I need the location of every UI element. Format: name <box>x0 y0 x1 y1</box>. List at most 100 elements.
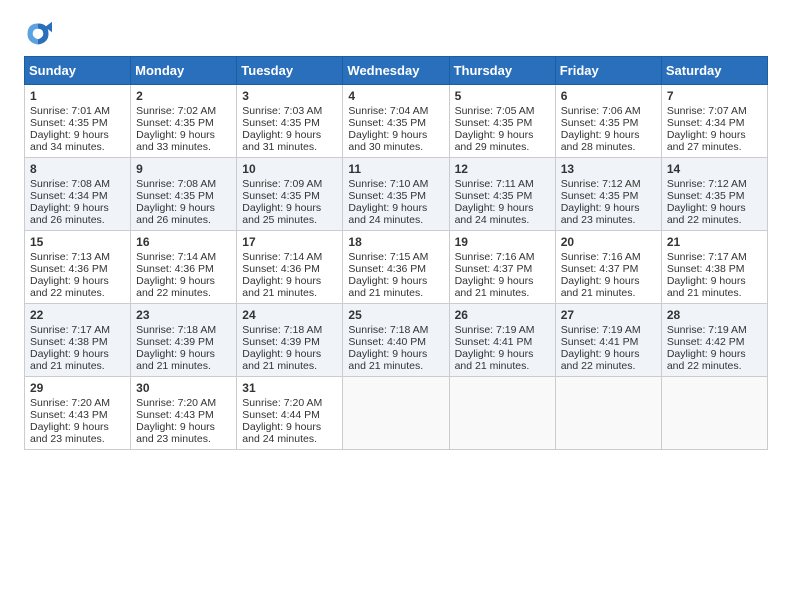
daylight-label: Daylight: 9 hours and 23 minutes. <box>30 421 109 445</box>
sunrise-label: Sunrise: 7:14 AM <box>242 251 322 263</box>
calendar-cell: 28Sunrise: 7:19 AMSunset: 4:42 PMDayligh… <box>661 304 767 377</box>
day-number: 8 <box>30 162 125 176</box>
sunrise-label: Sunrise: 7:02 AM <box>136 105 216 117</box>
sunrise-label: Sunrise: 7:18 AM <box>348 324 428 336</box>
calendar-cell: 14Sunrise: 7:12 AMSunset: 4:35 PMDayligh… <box>661 158 767 231</box>
sunrise-label: Sunrise: 7:18 AM <box>242 324 322 336</box>
calendar-cell: 3Sunrise: 7:03 AMSunset: 4:35 PMDaylight… <box>237 85 343 158</box>
calendar-cell: 1Sunrise: 7:01 AMSunset: 4:35 PMDaylight… <box>25 85 131 158</box>
daylight-label: Daylight: 9 hours and 21 minutes. <box>30 348 109 372</box>
calendar-cell: 7Sunrise: 7:07 AMSunset: 4:34 PMDaylight… <box>661 85 767 158</box>
day-number: 14 <box>667 162 762 176</box>
sunset-label: Sunset: 4:36 PM <box>348 263 426 275</box>
day-number: 5 <box>455 89 550 103</box>
day-number: 4 <box>348 89 443 103</box>
daylight-label: Daylight: 9 hours and 23 minutes. <box>136 421 215 445</box>
daylight-label: Daylight: 9 hours and 33 minutes. <box>136 129 215 153</box>
sunrise-label: Sunrise: 7:15 AM <box>348 251 428 263</box>
sunrise-label: Sunrise: 7:19 AM <box>455 324 535 336</box>
day-number: 31 <box>242 381 337 395</box>
day-number: 26 <box>455 308 550 322</box>
day-number: 21 <box>667 235 762 249</box>
day-number: 28 <box>667 308 762 322</box>
sunset-label: Sunset: 4:41 PM <box>455 336 533 348</box>
sunrise-label: Sunrise: 7:10 AM <box>348 178 428 190</box>
calendar-cell: 21Sunrise: 7:17 AMSunset: 4:38 PMDayligh… <box>661 231 767 304</box>
sunrise-label: Sunrise: 7:19 AM <box>561 324 641 336</box>
daylight-label: Daylight: 9 hours and 34 minutes. <box>30 129 109 153</box>
sunrise-label: Sunrise: 7:18 AM <box>136 324 216 336</box>
calendar-cell: 30 Sunrise: 7:20 AMSunset: 4:43 PMDayligh… <box>131 377 237 450</box>
calendar-table: SundayMondayTuesdayWednesdayThursdayFrid… <box>24 56 768 450</box>
sunset-label: Sunset: 4:35 PM <box>242 190 320 202</box>
logo <box>24 20 56 48</box>
calendar-cell: 10Sunrise: 7:09 AMSunset: 4:35 PMDayligh… <box>237 158 343 231</box>
daylight-label: Daylight: 9 hours and 21 minutes. <box>348 275 427 299</box>
sunset-label: Sunset: 4:34 PM <box>667 117 745 129</box>
day-number: 12 <box>455 162 550 176</box>
page-header <box>24 20 768 48</box>
daylight-label: Daylight: 9 hours and 24 minutes. <box>242 421 321 445</box>
sunset-label: Sunset: 4:37 PM <box>455 263 533 275</box>
sunset-label: Sunset: 4:36 PM <box>242 263 320 275</box>
day-number: 23 <box>136 308 231 322</box>
sunset-label: Sunset: 4:43 PM <box>136 409 214 421</box>
calendar-cell: 19Sunrise: 7:16 AMSunset: 4:37 PMDayligh… <box>449 231 555 304</box>
day-number: 10 <box>242 162 337 176</box>
calendar-header-row: SundayMondayTuesdayWednesdayThursdayFrid… <box>25 57 768 85</box>
daylight-label: Daylight: 9 hours and 23 minutes. <box>561 202 640 226</box>
day-number: 24 <box>242 308 337 322</box>
daylight-label: Daylight: 9 hours and 21 minutes. <box>242 348 321 372</box>
calendar-cell: 22Sunrise: 7:17 AMSunset: 4:38 PMDayligh… <box>25 304 131 377</box>
daylight-label: Daylight: 9 hours and 21 minutes. <box>561 275 640 299</box>
sunset-label: Sunset: 4:35 PM <box>561 190 639 202</box>
calendar-cell: 31 Sunrise: 7:20 AMSunset: 4:44 PMDayligh… <box>237 377 343 450</box>
sunrise-label: Sunrise: 7:04 AM <box>348 105 428 117</box>
weekday-header-sunday: Sunday <box>25 57 131 85</box>
sunrise-label: Sunrise: 7:20 AM <box>136 397 216 409</box>
day-number: 1 <box>30 89 125 103</box>
calendar-week-row: 15Sunrise: 7:13 AMSunset: 4:36 PMDayligh… <box>25 231 768 304</box>
calendar-week-row: 29Sunrise: 7:20 AMSunset: 4:43 PMDayligh… <box>25 377 768 450</box>
weekday-header-tuesday: Tuesday <box>237 57 343 85</box>
day-number: 17 <box>242 235 337 249</box>
day-number: 27 <box>561 308 656 322</box>
daylight-label: Daylight: 9 hours and 29 minutes. <box>455 129 534 153</box>
sunset-label: Sunset: 4:35 PM <box>30 117 108 129</box>
day-number: 9 <box>136 162 231 176</box>
sunrise-label: Sunrise: 7:14 AM <box>136 251 216 263</box>
calendar-cell: 6Sunrise: 7:06 AMSunset: 4:35 PMDaylight… <box>555 85 661 158</box>
weekday-header-monday: Monday <box>131 57 237 85</box>
sunset-label: Sunset: 4:36 PM <box>30 263 108 275</box>
calendar-cell <box>661 377 767 450</box>
calendar-week-row: 22Sunrise: 7:17 AMSunset: 4:38 PMDayligh… <box>25 304 768 377</box>
day-number: 3 <box>242 89 337 103</box>
sunset-label: Sunset: 4:35 PM <box>348 117 426 129</box>
daylight-label: Daylight: 9 hours and 28 minutes. <box>561 129 640 153</box>
weekday-header-saturday: Saturday <box>661 57 767 85</box>
calendar-cell: 9Sunrise: 7:08 AMSunset: 4:35 PMDaylight… <box>131 158 237 231</box>
calendar-week-row: 1Sunrise: 7:01 AMSunset: 4:35 PMDaylight… <box>25 85 768 158</box>
sunrise-label: Sunrise: 7:12 AM <box>561 178 641 190</box>
sunrise-label: Sunrise: 7:08 AM <box>30 178 110 190</box>
daylight-label: Daylight: 9 hours and 24 minutes. <box>348 202 427 226</box>
sunrise-label: Sunrise: 7:20 AM <box>242 397 322 409</box>
sunset-label: Sunset: 4:35 PM <box>348 190 426 202</box>
daylight-label: Daylight: 9 hours and 21 minutes. <box>667 275 746 299</box>
sunset-label: Sunset: 4:35 PM <box>242 117 320 129</box>
sunrise-label: Sunrise: 7:09 AM <box>242 178 322 190</box>
calendar-cell: 20Sunrise: 7:16 AMSunset: 4:37 PMDayligh… <box>555 231 661 304</box>
sunset-label: Sunset: 4:35 PM <box>455 190 533 202</box>
calendar-cell: 26Sunrise: 7:19 AMSunset: 4:41 PMDayligh… <box>449 304 555 377</box>
weekday-header-thursday: Thursday <box>449 57 555 85</box>
sunset-label: Sunset: 4:44 PM <box>242 409 320 421</box>
sunset-label: Sunset: 4:35 PM <box>667 190 745 202</box>
day-number: 7 <box>667 89 762 103</box>
daylight-label: Daylight: 9 hours and 22 minutes. <box>561 348 640 372</box>
day-number: 30 <box>136 381 231 395</box>
daylight-label: Daylight: 9 hours and 21 minutes. <box>455 275 534 299</box>
daylight-label: Daylight: 9 hours and 21 minutes. <box>136 348 215 372</box>
daylight-label: Daylight: 9 hours and 22 minutes. <box>136 275 215 299</box>
calendar-cell: 17Sunrise: 7:14 AMSunset: 4:36 PMDayligh… <box>237 231 343 304</box>
sunset-label: Sunset: 4:34 PM <box>30 190 108 202</box>
